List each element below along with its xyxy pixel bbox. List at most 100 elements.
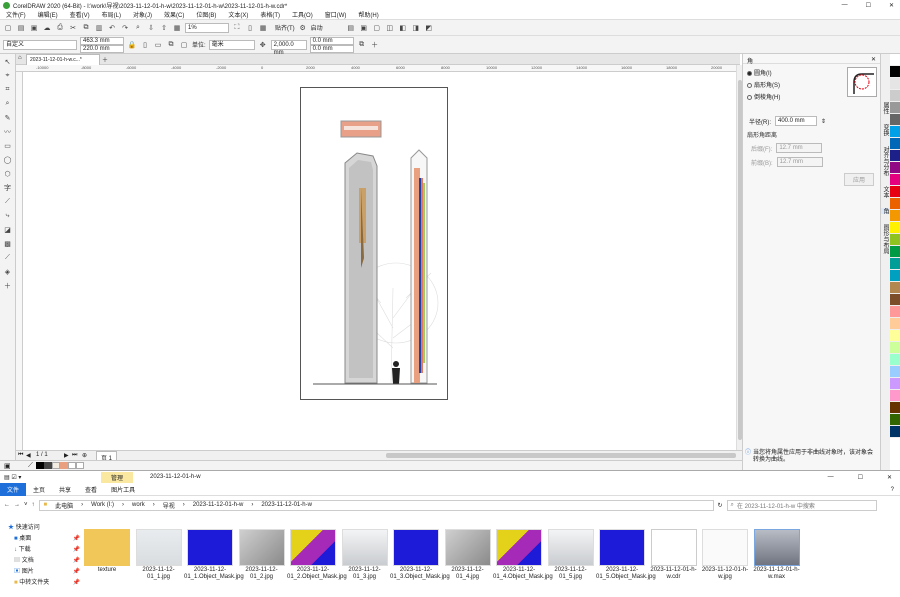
prev-page-icon[interactable]: ◀: [26, 452, 31, 459]
breadcrumb-signage[interactable]: 导视: [163, 501, 175, 510]
paste-icon[interactable]: ▥: [94, 23, 104, 33]
menu-table[interactable]: 表格(T): [254, 10, 286, 19]
document-tab[interactable]: 2023-11-12-01-h-w.c...*: [26, 54, 100, 65]
file-thumbnail[interactable]: [341, 529, 388, 566]
pdf-icon[interactable]: ▦: [172, 23, 182, 33]
crop-tool-icon[interactable]: ⌗: [3, 85, 13, 95]
palette-swatch[interactable]: [890, 174, 900, 186]
menu-view[interactable]: 查看(V): [64, 10, 96, 19]
launch-menu[interactable]: 启动: [311, 23, 323, 32]
close-icon[interactable]: ✕: [889, 2, 894, 9]
swatch-none-2[interactable]: [76, 462, 84, 469]
fullscreen-icon[interactable]: ⛶: [232, 23, 242, 33]
ribbon-tab-home[interactable]: 主页: [26, 485, 52, 494]
maximize-icon[interactable]: ☐: [866, 2, 871, 9]
freehand-tool-icon[interactable]: ✎: [3, 113, 13, 123]
palette-swatch[interactable]: [890, 198, 900, 210]
menu-bitmaps[interactable]: 位图(B): [190, 10, 222, 19]
file-thumbnail[interactable]: [444, 529, 491, 566]
new-icon[interactable]: ▢: [3, 23, 13, 33]
explorer-quickbar-icon[interactable]: ▤ ☑ ▾: [4, 474, 21, 481]
nav-transfer[interactable]: ■ 中转文件夹 📌: [8, 578, 80, 589]
add-tool-icon[interactable]: ＋: [3, 281, 13, 291]
add-icon[interactable]: ＋: [370, 40, 380, 50]
menu-text[interactable]: 文本(X): [222, 10, 254, 19]
eyedropper-icon[interactable]: ⟋: [28, 462, 33, 470]
explorer-minimize-icon[interactable]: —: [828, 474, 834, 481]
first-page-icon[interactable]: ⏮: [18, 452, 23, 459]
search-icon[interactable]: ⌕: [133, 23, 143, 33]
palette-swatch[interactable]: [890, 162, 900, 174]
breadcrumb-this-pc[interactable]: 此电脑: [55, 501, 73, 510]
forward-icon[interactable]: →: [14, 502, 20, 508]
file-thumbnail[interactable]: [753, 529, 800, 566]
menu-effects[interactable]: 效果(C): [158, 10, 190, 19]
landscape-icon[interactable]: ▭: [153, 40, 163, 50]
round-option[interactable]: 圆角(I): [747, 68, 772, 77]
duplicate-x-field[interactable]: 0.0 mm: [309, 36, 354, 45]
palette-swatch[interactable]: [890, 66, 900, 78]
all-pages-icon[interactable]: ⧉: [166, 40, 176, 50]
minimize-icon[interactable]: —: [842, 2, 848, 9]
intersect-icon[interactable]: ◩: [424, 23, 434, 33]
tab-text[interactable]: 文本: [881, 186, 890, 198]
palette-swatch[interactable]: [890, 342, 900, 354]
file-thumbnail[interactable]: [650, 529, 697, 566]
nav-pictures[interactable]: ▣ 图片 📌: [8, 567, 80, 578]
tab-align[interactable]: 对齐与分布: [881, 146, 890, 176]
breadcrumb-work[interactable]: work: [132, 502, 145, 508]
offset2-field[interactable]: 12.7 mm: [776, 157, 823, 167]
breadcrumb-project[interactable]: 2023-11-12-01-h-w: [193, 502, 244, 508]
swatch-black[interactable]: [36, 462, 44, 469]
palette-swatch[interactable]: [890, 222, 900, 234]
shadow-tool-icon[interactable]: ◪: [3, 225, 13, 235]
add-page-icon[interactable]: ⊕: [82, 452, 87, 459]
export-icon[interactable]: ⇧: [159, 23, 169, 33]
menu-help[interactable]: 帮助(H): [352, 10, 384, 19]
help-icon[interactable]: ?: [891, 487, 900, 493]
file-thumbnail[interactable]: [187, 529, 233, 566]
nav-documents[interactable]: ▤ 文档 📌: [8, 556, 80, 567]
units-select[interactable]: 毫米: [208, 39, 255, 50]
palette-swatch[interactable]: [890, 426, 900, 438]
palette-swatch[interactable]: [890, 126, 900, 138]
palette-swatch[interactable]: [890, 90, 900, 102]
polygon-tool-icon[interactable]: ⬡: [3, 169, 13, 179]
palette-swatch[interactable]: [890, 378, 900, 390]
artistic-media-icon[interactable]: 〰: [3, 127, 13, 137]
palette-swatch[interactable]: [890, 102, 900, 114]
undo-icon[interactable]: ↶: [107, 23, 117, 33]
grid-icon[interactable]: ▦: [258, 23, 268, 33]
palette-swatch[interactable]: [890, 54, 900, 66]
file-thumbnail[interactable]: [238, 529, 285, 566]
menu-window[interactable]: 窗口(W): [319, 10, 353, 19]
eyedropper-tool-icon[interactable]: ⟋: [3, 253, 13, 263]
palette-swatch[interactable]: [890, 78, 900, 90]
file-thumbnail[interactable]: [547, 529, 594, 566]
ribbon-tab-share[interactable]: 共享: [52, 485, 78, 494]
cut-icon[interactable]: ✂: [68, 23, 78, 33]
up-icon[interactable]: ↑: [32, 502, 35, 508]
pages-icon[interactable]: ⧉: [357, 40, 367, 50]
palette-swatch[interactable]: [890, 366, 900, 378]
palette-swatch[interactable]: [890, 294, 900, 306]
swatch-white[interactable]: [52, 462, 60, 469]
file-thumbnail[interactable]: [84, 529, 130, 566]
palette-swatch[interactable]: [890, 114, 900, 126]
drawing-canvas[interactable]: [23, 72, 736, 450]
palette-swatch[interactable]: [890, 402, 900, 414]
file-thumbnail[interactable]: [599, 529, 645, 566]
menu-file[interactable]: 文件(F): [0, 10, 32, 19]
palette-swatch[interactable]: [890, 234, 900, 246]
manage-tab[interactable]: 管理: [101, 472, 134, 483]
weld-icon[interactable]: ◧: [398, 23, 408, 33]
zoom-field[interactable]: 1%: [185, 22, 229, 33]
width-field[interactable]: 463.3 mm: [80, 36, 124, 45]
file-thumbnail[interactable]: [496, 529, 542, 566]
tab-transform[interactable]: 变换: [881, 124, 890, 136]
breadcrumb-drive[interactable]: Work (I:): [91, 502, 114, 508]
print-icon[interactable]: ⎙: [55, 23, 65, 33]
tab-corners[interactable]: 角: [881, 208, 890, 214]
offset-field[interactable]: 12.7 mm: [776, 143, 823, 153]
palette-swatch[interactable]: [890, 246, 900, 258]
